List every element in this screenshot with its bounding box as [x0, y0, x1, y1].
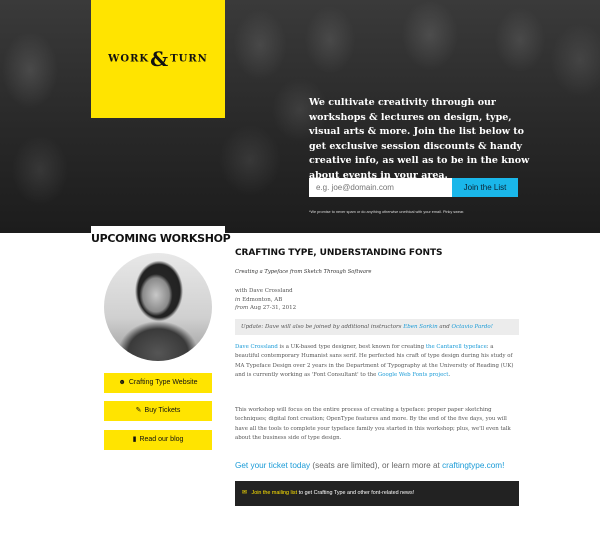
google-web-fonts-link[interactable]: Google Web Fonts project — [378, 372, 448, 378]
globe-icon: ☻ — [118, 379, 126, 386]
instructor-bio: Dave Crossland is a UK-based type design… — [235, 344, 514, 378]
instructor-line: with Dave Crossland — [235, 288, 293, 294]
dates-line: from Aug 27-31, 2012 — [235, 305, 297, 311]
cantarell-link[interactable]: the Cantarell typeface — [426, 344, 487, 350]
crafting-type-website-label: Crafting Type Website — [128, 379, 198, 386]
ticket-icon: ✎ — [135, 407, 142, 414]
email-input[interactable] — [309, 178, 452, 197]
octavio-pardo-link[interactable]: Octavio Pardo! — [452, 324, 493, 330]
mailing-list-link[interactable]: Join the mailing list — [252, 490, 298, 496]
location-line: in Edmonton, AB — [235, 296, 283, 303]
read-blog-button[interactable]: ▮ Read our blog — [104, 430, 212, 450]
mailing-list-bar: ✉ Join the mailing list to get Crafting … — [235, 481, 519, 506]
crafting-type-website-button[interactable]: ☻ Crafting Type Website — [104, 373, 212, 393]
envelope-icon: ✉ — [242, 490, 248, 496]
craftingtype-link[interactable]: craftingtype.com! — [442, 461, 504, 470]
spam-promise-note: *We promise to never spam or do anything… — [309, 210, 465, 214]
dave-crossland-link[interactable]: Dave Crossland — [235, 344, 278, 350]
logo-wordmark: WORK&TURN — [108, 47, 208, 71]
logo[interactable]: WORK&TURN — [91, 0, 225, 118]
join-list-button[interactable]: Join the List — [452, 178, 518, 197]
workshop-subtitle: Creating a Typeface from Sketch Through … — [235, 269, 372, 275]
eben-sorkin-link[interactable]: Eben Sorkin — [403, 324, 437, 330]
ticket-link[interactable]: Get your ticket today — [235, 461, 310, 470]
read-blog-label: Read our blog — [139, 436, 184, 443]
book-icon: ▮ — [132, 436, 137, 443]
ticket-cta: Get your ticket today (seats are limited… — [235, 461, 505, 470]
buy-tickets-label: Buy Tickets — [144, 407, 181, 414]
update-notice: Update: Dave will also be joined by addi… — [235, 319, 519, 335]
workshop-description: This workshop will focus on the entire p… — [235, 407, 511, 441]
workshop-title: CRAFTING TYPE, UNDERSTANDING FONTS — [235, 248, 443, 258]
buy-tickets-button[interactable]: ✎ Buy Tickets — [104, 401, 212, 421]
instructor-photo — [104, 253, 212, 361]
workshop-meta: with Dave Crossland in Edmonton, AB from… — [235, 287, 520, 313]
upcoming-workshop-heading: UPCOMING WORKSHOP — [91, 226, 231, 248]
hero-tagline: We cultivate creativity through our work… — [309, 97, 530, 181]
